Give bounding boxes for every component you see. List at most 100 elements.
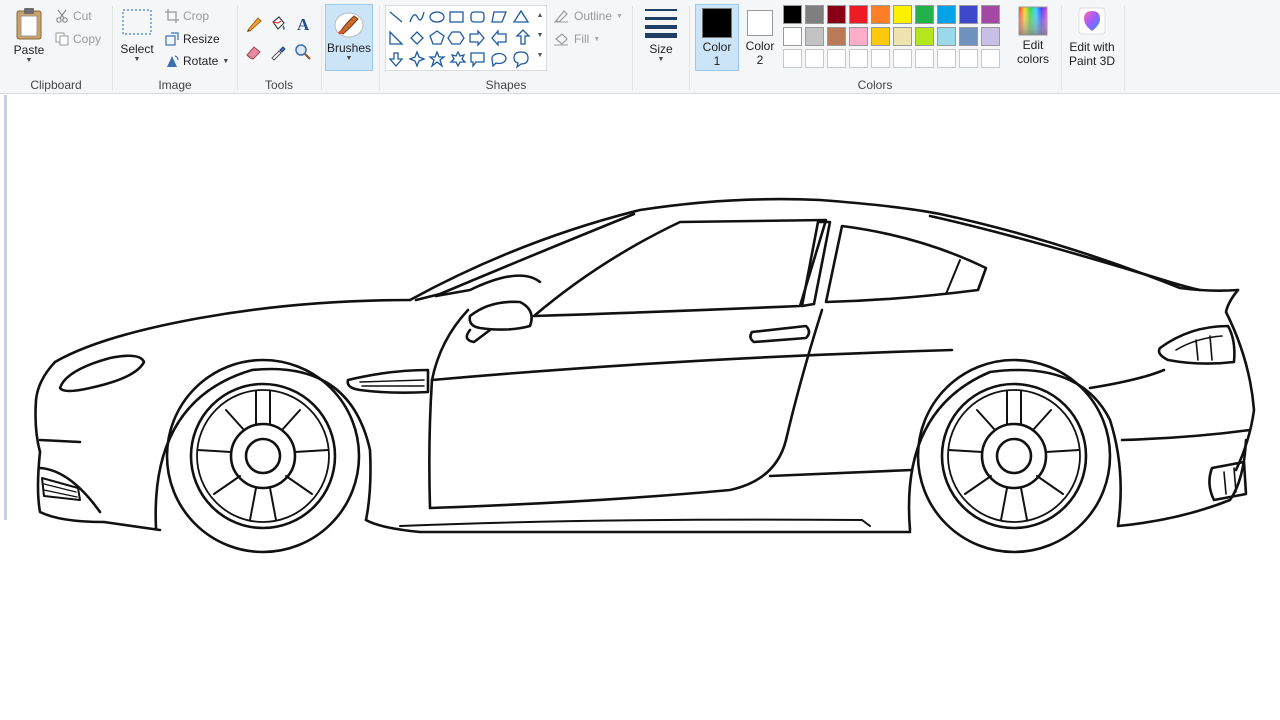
svg-text:A: A	[297, 15, 310, 33]
palette-swatch[interactable]	[981, 5, 1000, 24]
resize-label: Resize	[183, 32, 220, 46]
copy-button[interactable]: Copy	[55, 30, 101, 48]
brush-icon	[334, 12, 364, 38]
outline-label: Outline	[574, 9, 613, 23]
paint3d-label-line1: Edit with	[1069, 40, 1115, 54]
fill-label: Fill	[574, 32, 590, 46]
pencil-icon[interactable]	[244, 14, 264, 34]
fill-bucket-icon[interactable]	[268, 14, 288, 34]
clipboard-icon	[16, 8, 42, 40]
palette-swatch[interactable]	[937, 5, 956, 24]
edit-with-paint3d-button[interactable]: Edit with Paint 3D	[1064, 6, 1120, 72]
size-button[interactable]: Size ▼	[640, 6, 682, 70]
color-spectrum-icon	[1018, 6, 1048, 36]
select-button[interactable]: Select ▼	[119, 8, 155, 70]
palette-swatch[interactable]	[849, 27, 868, 46]
scroll-down-icon[interactable]: ▼	[534, 26, 546, 46]
colors-group-label: Colors	[857, 78, 893, 92]
expand-gallery-icon[interactable]: ▼	[534, 46, 546, 66]
shapes-group-label: Shapes	[485, 78, 527, 92]
rotate-dropdown-arrow[interactable]: ▼	[222, 58, 229, 65]
scroll-up-icon[interactable]: ▲	[534, 6, 546, 26]
drawing-canvas[interactable]	[0, 95, 1280, 720]
car-line-drawing	[34, 197, 1256, 554]
magnifier-icon[interactable]	[293, 42, 313, 62]
paint3d-icon	[1078, 7, 1106, 35]
color2-swatch	[747, 10, 773, 36]
copy-icon	[55, 32, 69, 46]
rotate-button[interactable]: Rotate ▼	[165, 52, 229, 70]
palette-swatch[interactable]	[981, 27, 1000, 46]
select-dropdown-arrow[interactable]: ▼	[134, 56, 141, 63]
custom-color-slot[interactable]	[959, 49, 978, 68]
shapes-gallery[interactable]	[385, 5, 547, 71]
brushes-button[interactable]: Brushes ▼	[325, 4, 373, 71]
shapes-scroll[interactable]: ▲ ▼ ▼	[534, 6, 546, 70]
edit-colors-button[interactable]: Edit colors	[1013, 6, 1053, 72]
palette-swatch[interactable]	[915, 5, 934, 24]
palette-swatch[interactable]	[827, 27, 846, 46]
palette-swatch[interactable]	[783, 5, 802, 24]
image-group-label: Image	[158, 78, 192, 92]
separator	[1124, 6, 1125, 90]
select-rectangle-icon	[122, 9, 152, 35]
resize-icon	[165, 32, 179, 46]
paste-button[interactable]: Paste ▼	[8, 6, 50, 70]
paste-dropdown-arrow[interactable]: ▼	[26, 57, 33, 64]
palette-swatch[interactable]	[849, 5, 868, 24]
paint3d-label-line2: Paint 3D	[1068, 54, 1116, 68]
custom-color-slot[interactable]	[915, 49, 934, 68]
palette-swatch[interactable]	[959, 5, 978, 24]
edit-colors-label-line1: Edit	[1022, 38, 1044, 52]
outline-button[interactable]: Outline ▼	[554, 7, 623, 25]
resize-button[interactable]: Resize	[165, 30, 220, 48]
colors-group: Color 1 Color 2 Edit colors Colors	[690, 0, 1060, 94]
outline-icon	[554, 10, 568, 23]
cut-label: Cut	[73, 9, 92, 23]
tools-group-label: Tools	[264, 78, 293, 92]
size-dropdown-arrow[interactable]: ▼	[658, 56, 665, 63]
rotate-label: Rotate	[183, 54, 219, 68]
custom-color-slot[interactable]	[937, 49, 956, 68]
custom-color-slot[interactable]	[827, 49, 846, 68]
palette-swatch[interactable]	[959, 27, 978, 46]
clipboard-group: Paste ▼ Cut Copy Clipboard	[0, 0, 112, 94]
palette-swatch[interactable]	[893, 5, 912, 24]
outline-dropdown-arrow[interactable]: ▼	[616, 13, 623, 20]
palette-swatch[interactable]	[827, 5, 846, 24]
color-picker-icon[interactable]	[268, 42, 288, 62]
crop-label: Crop	[183, 9, 210, 23]
color2-number: 2	[756, 53, 764, 67]
eraser-icon[interactable]	[244, 42, 264, 62]
crop-button[interactable]: Crop	[165, 7, 209, 25]
color1-swatch	[702, 8, 732, 38]
edit-colors-label-line2: colors	[1016, 52, 1049, 66]
fill-icon	[554, 33, 568, 46]
custom-color-slot[interactable]	[805, 49, 824, 68]
brushes-dropdown-arrow[interactable]: ▼	[346, 55, 353, 62]
color2-button[interactable]: Color 2	[740, 4, 780, 71]
palette-swatch[interactable]	[937, 27, 956, 46]
text-icon[interactable]: A	[293, 14, 313, 34]
fill-dropdown-arrow[interactable]: ▼	[593, 36, 600, 43]
color1-button[interactable]: Color 1	[695, 4, 739, 71]
palette-swatch[interactable]	[805, 27, 824, 46]
palette-swatch[interactable]	[805, 5, 824, 24]
crop-icon	[165, 9, 179, 23]
palette-swatch[interactable]	[871, 27, 890, 46]
custom-color-slot[interactable]	[849, 49, 868, 68]
custom-color-slot[interactable]	[871, 49, 890, 68]
cut-button[interactable]: Cut	[55, 7, 92, 25]
color-palette	[783, 5, 1013, 73]
fill-button[interactable]: Fill ▼	[554, 30, 600, 48]
palette-swatch[interactable]	[915, 27, 934, 46]
ribbon: Paste ▼ Cut Copy Clipboard Select ▼ Crop…	[0, 0, 1280, 94]
palette-swatch[interactable]	[893, 27, 912, 46]
custom-color-slot[interactable]	[783, 49, 802, 68]
palette-swatch[interactable]	[783, 27, 802, 46]
custom-color-slot[interactable]	[893, 49, 912, 68]
palette-swatch[interactable]	[871, 5, 890, 24]
custom-color-slot[interactable]	[981, 49, 1000, 68]
image-group: Select ▼ Crop Resize Rotate ▼ Image	[113, 0, 237, 94]
shapes-group: ▲ ▼ ▼ Outline ▼ Fill ▼ Shapes	[380, 0, 632, 94]
